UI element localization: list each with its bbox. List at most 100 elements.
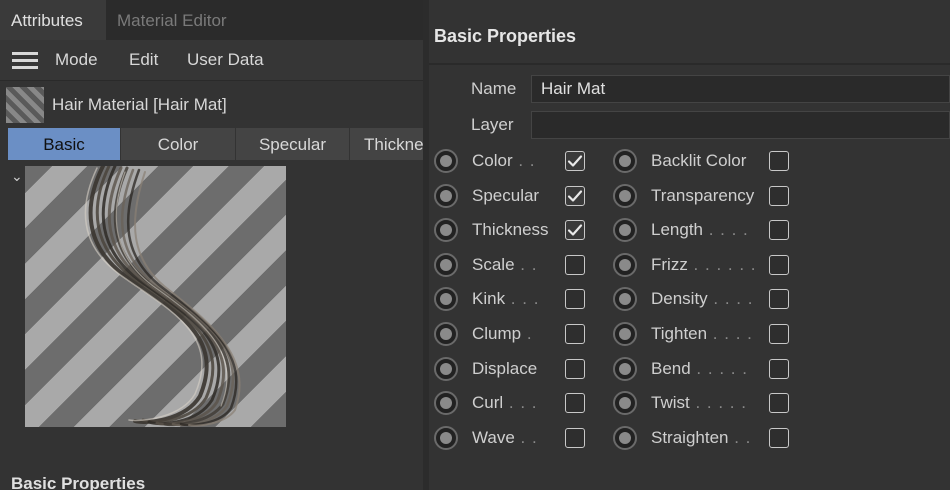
curl-checkbox[interactable]	[565, 393, 585, 414]
specular-checkbox[interactable]	[565, 185, 585, 206]
animate-radio-icon[interactable]	[434, 183, 458, 208]
property-row-kink: Kink . . .	[434, 284, 589, 314]
property-label-dots: . .	[514, 427, 538, 447]
property-label: Thickness	[472, 215, 549, 245]
property-row-length: Length . . . .	[613, 215, 793, 245]
property-label-dots: .	[521, 324, 533, 343]
property-label-text: Backlit Color	[651, 151, 747, 170]
property-label: Density . . . .	[651, 284, 753, 314]
property-label-text: Length	[651, 220, 703, 240]
property-label: Displace	[472, 354, 537, 384]
animate-radio-icon[interactable]	[434, 425, 458, 450]
length-checkbox[interactable]	[769, 220, 789, 241]
density-checkbox[interactable]	[769, 289, 789, 310]
property-row-wave: Wave . .	[434, 423, 589, 453]
displace-checkbox[interactable]	[565, 358, 585, 379]
property-label-text: Straighten	[651, 427, 729, 447]
subtab-basic[interactable]: Basic	[8, 128, 121, 160]
property-label-text: Density	[651, 289, 708, 309]
animate-radio-icon[interactable]	[434, 391, 458, 416]
subtab-thickness[interactable]: Thickne	[350, 128, 423, 160]
property-label: Transparency	[651, 181, 754, 211]
animate-radio-icon[interactable]	[434, 149, 458, 173]
property-label: Color . .	[472, 146, 536, 176]
animate-radio-icon[interactable]	[613, 252, 637, 277]
property-label-dots: . .	[514, 254, 538, 274]
animate-radio-icon[interactable]	[434, 356, 458, 381]
property-label: Kink . . .	[472, 284, 539, 314]
property-label-text: Bend	[651, 358, 691, 378]
property-row-density: Density . . . .	[613, 284, 793, 314]
subtab-specular[interactable]: Specular	[236, 128, 350, 160]
animate-radio-icon[interactable]	[613, 391, 637, 416]
menu-user-data[interactable]: User Data	[187, 40, 264, 80]
backlit-color-checkbox[interactable]	[769, 151, 789, 171]
animate-radio-icon[interactable]	[613, 218, 637, 243]
property-row-twist: Twist . . . . .	[613, 388, 793, 418]
frizz-checkbox[interactable]	[769, 254, 789, 275]
panel-tabbar: Attributes Material Editor	[0, 0, 423, 40]
property-label-dots: . . . .	[707, 324, 753, 343]
straighten-checkbox[interactable]	[769, 427, 789, 448]
animate-radio-icon[interactable]	[434, 218, 458, 243]
animate-radio-icon[interactable]	[613, 149, 637, 173]
property-label-text: Thickness	[472, 220, 549, 240]
property-label: Bend . . . . .	[651, 354, 748, 384]
transparency-checkbox[interactable]	[769, 185, 789, 206]
collapse-chevron-icon[interactable]: ⌄	[11, 168, 23, 185]
property-row-backlit-color: Backlit Color	[613, 146, 793, 176]
property-label-dots: . . . .	[707, 289, 754, 309]
animate-radio-icon[interactable]	[613, 183, 637, 208]
name-label: Name	[471, 79, 517, 98]
property-label-text: Wave	[472, 427, 515, 447]
animate-radio-icon[interactable]	[613, 425, 637, 450]
scale-checkbox[interactable]	[565, 254, 585, 275]
property-row-curl: Curl . . .	[434, 388, 589, 418]
animate-radio-icon[interactable]	[434, 252, 458, 277]
property-label-text: Scale	[472, 254, 515, 274]
checkmark-icon	[567, 155, 583, 167]
subtab-color[interactable]: Color	[121, 128, 236, 160]
thickness-checkbox[interactable]	[565, 220, 585, 241]
menu-mode[interactable]: Mode	[55, 40, 98, 80]
menubar: Mode Edit User Data	[0, 40, 423, 80]
property-label-dots: . .	[512, 151, 536, 170]
property-label-text: Transparency	[651, 185, 755, 205]
hair-strands-icon	[84, 166, 241, 427]
wave-checkbox[interactable]	[565, 427, 585, 448]
property-label: Wave . .	[472, 423, 538, 453]
layer-field[interactable]	[531, 111, 950, 139]
menu-edit[interactable]: Edit	[129, 40, 158, 80]
animate-radio-icon[interactable]	[434, 287, 458, 312]
animate-radio-icon[interactable]	[613, 287, 637, 312]
object-title: Hair Material [Hair Mat]	[52, 95, 227, 114]
property-label: Specular	[472, 181, 539, 211]
animate-radio-icon[interactable]	[613, 356, 637, 381]
property-label-text: Tighten	[651, 324, 708, 343]
kink-checkbox[interactable]	[565, 289, 585, 310]
animate-radio-icon[interactable]	[434, 322, 458, 346]
material-thumbnail-icon	[6, 87, 44, 123]
bend-checkbox[interactable]	[769, 358, 789, 379]
property-label-dots: . . . . .	[689, 393, 747, 413]
name-field[interactable]: Hair Mat	[531, 75, 950, 103]
property-label: Clump .	[472, 319, 533, 349]
property-label-dots: . . .	[505, 289, 540, 309]
properties-panel: Basic Properties Name Hair Mat Layer Col…	[429, 0, 950, 490]
property-row-clump: Clump .	[434, 319, 589, 349]
color-checkbox[interactable]	[565, 151, 585, 171]
property-label: Frizz . . . . . .	[651, 250, 757, 280]
property-row-tighten: Tighten . . . .	[613, 319, 793, 349]
tab-attributes[interactable]: Attributes	[0, 0, 106, 40]
property-label: Scale . .	[472, 250, 537, 280]
tab-material-editor[interactable]: Material Editor	[106, 0, 238, 40]
property-label-dots: . . . .	[703, 220, 749, 240]
animate-radio-icon[interactable]	[613, 322, 637, 346]
twist-checkbox[interactable]	[769, 393, 789, 414]
clump-checkbox[interactable]	[565, 324, 585, 344]
property-label-text: Clump	[472, 324, 522, 343]
hamburger-menu-icon[interactable]	[12, 52, 38, 70]
tighten-checkbox[interactable]	[769, 324, 789, 344]
checkmark-icon	[567, 189, 583, 202]
section-title-bottom: Basic Properties	[11, 474, 146, 490]
